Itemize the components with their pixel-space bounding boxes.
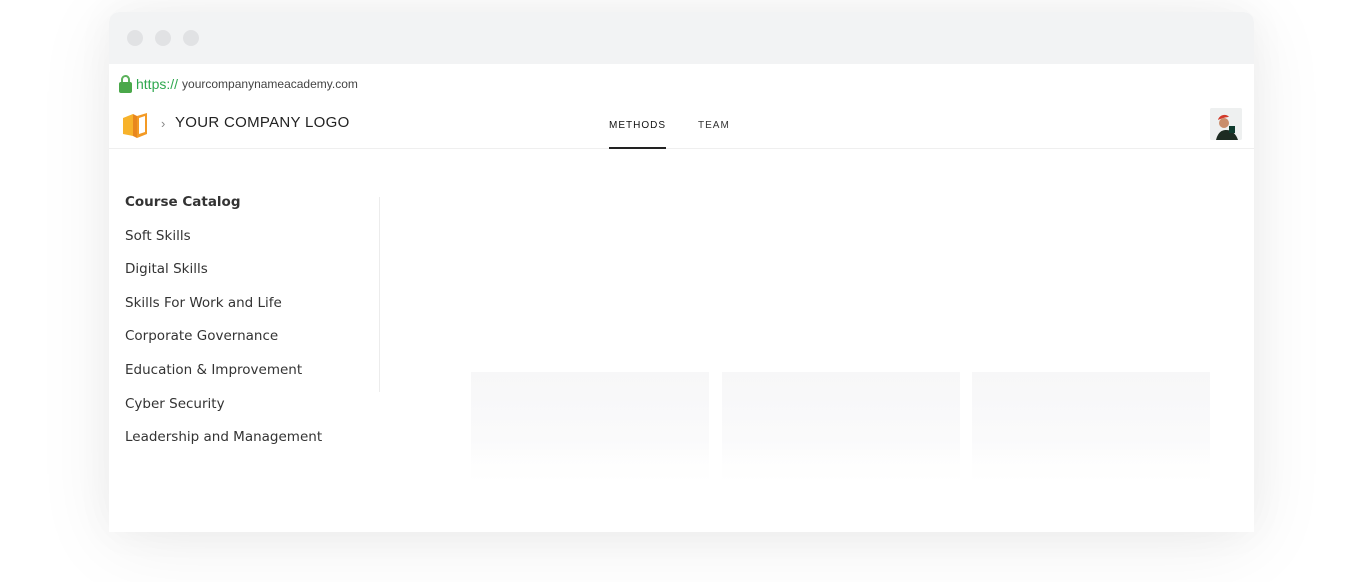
sidebar-item-soft-skills[interactable]: Soft Skills [125,224,379,258]
url-protocol: https:// [136,76,179,92]
sidebar-item-corporate-governance[interactable]: Corporate Governance [125,324,379,358]
breadcrumb-separator: › [161,116,166,131]
address-bar[interactable]: https:// yourcompanynameacademy.com [119,72,358,96]
sidebar-divider [379,197,380,392]
window-close-button[interactable] [127,30,143,46]
user-avatar[interactable] [1210,108,1242,140]
window-minimize-button[interactable] [155,30,171,46]
sidebar-item-education-improvement[interactable]: Education & Improvement [125,358,379,392]
course-card-placeholder[interactable] [722,372,960,482]
book-logo-icon[interactable] [121,112,149,138]
course-card-placeholder[interactable] [471,372,709,482]
course-card-placeholder[interactable] [972,372,1210,482]
sidebar-item-digital-skills[interactable]: Digital Skills [125,257,379,291]
window-maximize-button[interactable] [183,30,199,46]
tab-methods[interactable]: METHODS [609,104,666,149]
tab-team[interactable]: TEAM [698,104,730,148]
avatar-image [1210,108,1242,140]
url-text: yourcompanynameacademy.com [182,77,358,91]
sidebar-heading: Course Catalog [125,194,241,210]
browser-titlebar [109,12,1254,64]
main-nav-tabs: METHODS TEAM [609,104,762,149]
company-logo-text[interactable]: YOUR COMPANY LOGO [175,114,350,131]
page-background: https:// yourcompanynameacademy.com › YO… [0,0,1356,582]
lock-icon [119,75,132,93]
browser-window: https:// yourcompanynameacademy.com › YO… [109,12,1254,532]
sidebar-item-skills-for-work-and-life[interactable]: Skills For Work and Life [125,291,379,325]
sidebar-item-leadership-management[interactable]: Leadership and Management [125,425,379,459]
course-catalog-sidebar: Course Catalog Soft Skills Digital Skill… [125,190,379,445]
site-header: › YOUR COMPANY LOGO METHODS TEAM [109,104,1254,149]
sidebar-item-cyber-security[interactable]: Cyber Security [125,392,379,426]
